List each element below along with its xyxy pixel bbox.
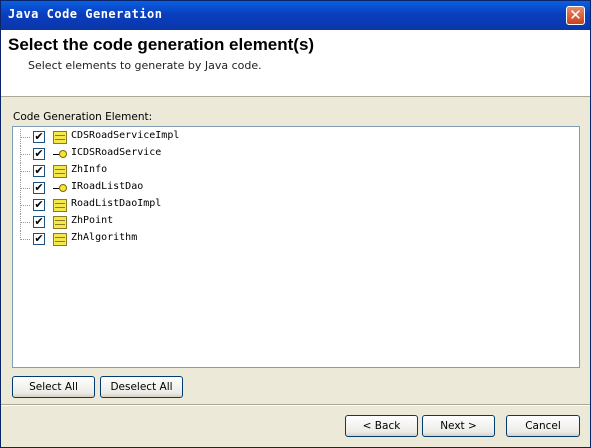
bottom-separator: [1, 404, 590, 406]
tree-item-label: ZhInfo: [71, 164, 108, 175]
cancel-button[interactable]: Cancel: [506, 415, 580, 437]
element-tree[interactable]: ✔ CDSRoadServiceImpl ✔ ICDSRoadService ✔…: [12, 126, 580, 368]
tree-item[interactable]: ✔ IRoadListDao: [13, 180, 579, 197]
tree-item[interactable]: ✔ ZhPoint: [13, 214, 579, 231]
tree-item-label: RoadListDaoImpl: [71, 198, 162, 209]
class-icon: [53, 199, 67, 212]
tree-connector: [20, 146, 30, 163]
tree-connector: [20, 163, 30, 180]
tree-label: Code Generation Element:: [13, 111, 153, 123]
tree-item[interactable]: ✔ ZhInfo: [13, 163, 579, 180]
close-button[interactable]: ✕: [566, 6, 585, 25]
interface-icon: [53, 182, 67, 195]
tree-connector: [20, 180, 30, 197]
checkbox[interactable]: ✔: [33, 199, 45, 211]
class-icon: [53, 216, 67, 229]
checkbox[interactable]: ✔: [33, 165, 45, 177]
tree-item[interactable]: ✔ ZhAlgorithm: [13, 231, 579, 248]
checkbox[interactable]: ✔: [33, 182, 45, 194]
next-button[interactable]: Next >: [422, 415, 495, 437]
tree-item-label: ZhAlgorithm: [71, 232, 138, 243]
checkbox[interactable]: ✔: [33, 148, 45, 160]
title-bar[interactable]: Java Code Generation ✕: [1, 1, 590, 30]
tree-item-label: ICDSRoadService: [71, 147, 162, 158]
header-banner: Select the code generation element(s) Se…: [1, 30, 590, 97]
tree-item-label: IRoadListDao: [71, 181, 144, 192]
checkbox[interactable]: ✔: [33, 233, 45, 245]
deselect-all-button[interactable]: Deselect All: [100, 376, 183, 398]
interface-icon: [53, 148, 67, 161]
class-icon: [53, 233, 67, 246]
tree-connector: [20, 197, 30, 214]
window-title: Java Code Generation: [8, 7, 163, 21]
page-title: Select the code generation element(s): [8, 35, 315, 54]
tree-connector: [20, 129, 30, 146]
tree-item[interactable]: ✔ CDSRoadServiceImpl: [13, 129, 579, 146]
tree-connector: [20, 231, 30, 240]
tree-connector: [20, 214, 30, 231]
class-icon: [53, 131, 67, 144]
tree-item[interactable]: ✔ ICDSRoadService: [13, 146, 579, 163]
class-icon: [53, 165, 67, 178]
select-all-button[interactable]: Select All: [12, 376, 95, 398]
checkbox[interactable]: ✔: [33, 131, 45, 143]
back-button[interactable]: < Back: [345, 415, 418, 437]
tree-item[interactable]: ✔ RoadListDaoImpl: [13, 197, 579, 214]
dialog-window: Java Code Generation ✕ Select the code g…: [0, 0, 591, 448]
page-subtitle: Select elements to generate by Java code…: [28, 59, 262, 72]
tree-item-label: ZhPoint: [71, 215, 114, 226]
tree-item-label: CDSRoadServiceImpl: [71, 130, 180, 141]
checkbox[interactable]: ✔: [33, 216, 45, 228]
